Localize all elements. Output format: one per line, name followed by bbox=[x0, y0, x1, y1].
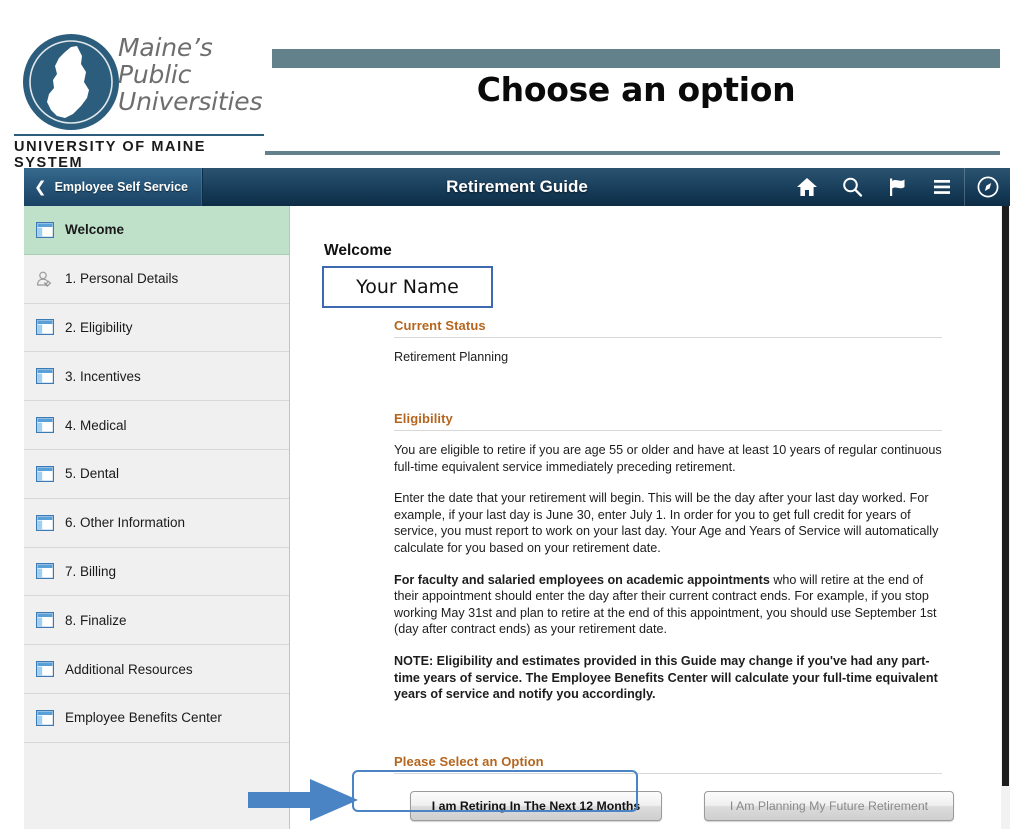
logo-divider bbox=[14, 134, 264, 136]
ums-wordmark: Maine’s Public Universities bbox=[118, 34, 262, 115]
page-window-icon bbox=[36, 368, 54, 385]
section-current-status: Current Status Retirement Planning bbox=[394, 318, 942, 366]
guide-content-panel: Welcome Your Name Current Status Retirem… bbox=[290, 206, 1001, 829]
hamburger-icon-glyph bbox=[933, 180, 950, 194]
sidebar-item-label: 6. Other Information bbox=[65, 515, 186, 531]
compass-icon-glyph bbox=[977, 176, 998, 198]
sidebar-item-5-dental[interactable]: 5. Dental bbox=[24, 449, 289, 499]
page-title: Choose an option bbox=[476, 70, 796, 109]
person-edit-icon bbox=[36, 271, 52, 287]
section-title-select-option: Please Select an Option bbox=[394, 754, 942, 774]
page-window-icon bbox=[36, 612, 54, 629]
current-status-value: Retirement Planning bbox=[394, 350, 509, 364]
sidebar-item-label: Welcome bbox=[65, 222, 125, 238]
sidebar-item-6-other-information[interactable]: 6. Other Information bbox=[24, 498, 289, 548]
page-window-icon bbox=[36, 465, 54, 482]
back-button-label: Employee Self Service bbox=[54, 180, 188, 194]
eligibility-paragraph-3-lead: For faculty and salaried employees on ac… bbox=[394, 572, 770, 587]
eligibility-paragraph-3: For faculty and salaried employees on ac… bbox=[394, 572, 942, 638]
maine-state-outline-seal-icon bbox=[23, 34, 119, 130]
sidebar-item-3-incentives[interactable]: 3. Incentives bbox=[24, 352, 289, 402]
peoplesoft-app-window: ❮ Employee Self Service Retirement Guide bbox=[24, 168, 1010, 829]
eligibility-paragraph-1: You are eligible to retire if you are ag… bbox=[394, 443, 942, 474]
home-icon-glyph bbox=[796, 178, 817, 196]
sidebar-item-label: Employee Benefits Center bbox=[65, 710, 222, 726]
section-body-current-status: Retirement Planning bbox=[394, 338, 942, 366]
app-navbar: ❮ Employee Self Service Retirement Guide bbox=[24, 168, 1010, 207]
retiring-next-12-months-button[interactable]: I am Retiring In The Next 12 Months bbox=[410, 791, 662, 821]
compass-navbar-icon[interactable] bbox=[964, 168, 1010, 206]
sidebar-item-label: 1. Personal Details bbox=[65, 271, 179, 287]
flag-icon[interactable] bbox=[874, 168, 919, 206]
wordmark-line-1: Maine’s bbox=[118, 33, 213, 62]
eligibility-note: NOTE: Eligibility and estimates provided… bbox=[394, 653, 938, 702]
ums-logo: Maine’s Public Universities UNIVERSITY O… bbox=[14, 30, 264, 171]
section-title-current-status: Current Status bbox=[394, 318, 942, 338]
sidebar-item-additional-resources[interactable]: Additional Resources bbox=[24, 645, 289, 694]
navbar-icon-group bbox=[784, 168, 1010, 206]
sidebar-item-label: Additional Resources bbox=[65, 661, 193, 677]
ums-tagline: UNIVERSITY OF MAINE SYSTEM bbox=[14, 139, 207, 171]
page-window-icon bbox=[36, 221, 54, 238]
eligibility-paragraph-2: Enter the date that your retirement will… bbox=[394, 491, 939, 555]
sidebar-item-label: 5. Dental bbox=[65, 466, 120, 482]
your-name-value: Your Name bbox=[356, 276, 459, 298]
page-window-icon bbox=[36, 661, 54, 678]
your-name-annotation-box: Your Name bbox=[322, 266, 493, 308]
page-window-icon bbox=[36, 514, 54, 531]
scrollbar-thumb[interactable] bbox=[1002, 206, 1009, 786]
planning-future-retirement-button[interactable]: I Am Planning My Future Retirement bbox=[704, 791, 954, 821]
sidebar-item-label: 4. Medical bbox=[65, 417, 127, 433]
back-to-employee-self-service-button[interactable]: ❮ Employee Self Service bbox=[24, 168, 203, 206]
sidebar-item-welcome[interactable]: Welcome bbox=[24, 206, 289, 255]
page-window-icon bbox=[36, 319, 54, 336]
guide-sidebar[interactable]: Welcome 1. Personal Details 2. Eligibility… bbox=[24, 206, 290, 829]
wordmark-line-2: Public bbox=[118, 60, 192, 89]
slide-header: Maine’s Public Universities UNIVERSITY O… bbox=[0, 0, 1024, 171]
vertical-scrollbar[interactable] bbox=[1000, 206, 1010, 829]
search-icon[interactable] bbox=[829, 168, 874, 206]
sidebar-item-employee-benefits-center[interactable]: Employee Benefits Center bbox=[24, 693, 289, 743]
sidebar-item-label: 8. Finalize bbox=[65, 612, 127, 628]
sidebar-item-7-billing[interactable]: 7. Billing bbox=[24, 547, 289, 597]
option-button-group: I am Retiring In The Next 12 Months I Am… bbox=[394, 791, 954, 821]
sidebar-empty-area bbox=[24, 742, 289, 829]
title-accent-bar bbox=[272, 49, 1000, 68]
sidebar-item-4-medical[interactable]: 4. Medical bbox=[24, 401, 289, 450]
search-icon-glyph bbox=[842, 177, 862, 197]
section-title-eligibility: Eligibility bbox=[394, 411, 942, 431]
hamburger-menu-icon[interactable] bbox=[919, 168, 964, 206]
sidebar-item-2-eligibility[interactable]: 2. Eligibility bbox=[24, 303, 289, 353]
page-window-icon bbox=[36, 563, 54, 580]
title-underline bbox=[265, 151, 1000, 155]
sidebar-item-label: 7. Billing bbox=[65, 563, 117, 579]
section-eligibility: Eligibility You are eligible to retire i… bbox=[394, 411, 942, 703]
page-window-icon bbox=[36, 417, 54, 434]
chevron-left-icon: ❮ bbox=[34, 177, 47, 196]
content-heading: Welcome bbox=[324, 242, 392, 259]
section-select-option: Please Select an Option I am Retiring In… bbox=[394, 754, 954, 821]
sidebar-item-8-finalize[interactable]: 8. Finalize bbox=[24, 596, 289, 646]
flag-icon-glyph bbox=[889, 178, 904, 196]
sidebar-item-label: 2. Eligibility bbox=[65, 319, 133, 335]
page-window-icon bbox=[36, 709, 54, 726]
sidebar-item-label: 3. Incentives bbox=[65, 368, 141, 384]
home-icon[interactable] bbox=[784, 168, 829, 206]
sidebar-item-1-personal-details[interactable]: 1. Personal Details bbox=[24, 254, 289, 304]
section-body-eligibility: You are eligible to retire if you are ag… bbox=[394, 431, 942, 703]
wordmark-line-3: Universities bbox=[118, 87, 263, 116]
